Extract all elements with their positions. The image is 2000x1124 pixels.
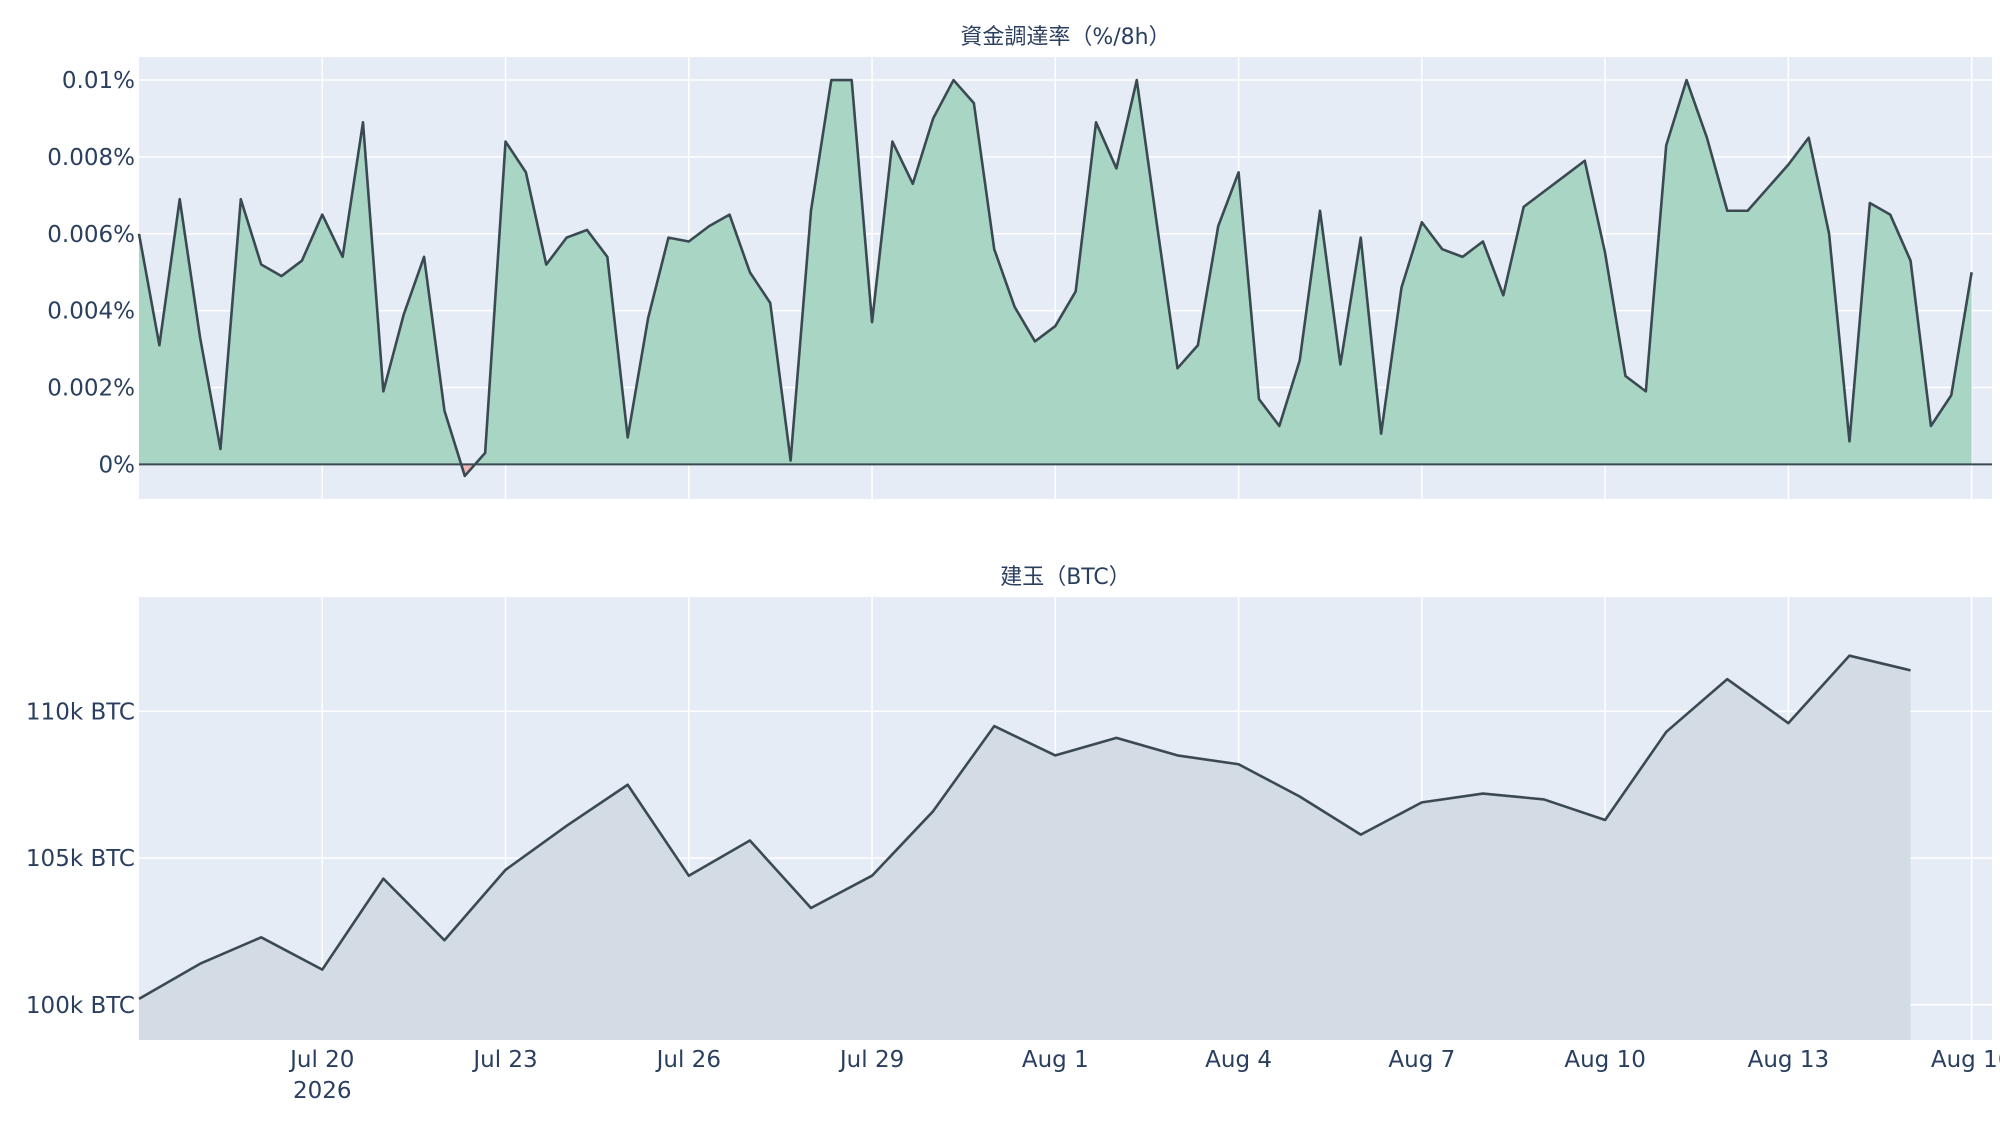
x-tick-label-1: Jul 23 <box>471 1047 537 1073</box>
funding-rate-y-tick-label-5: 0.01% <box>62 68 135 94</box>
funding-rate-y-tick-label-1: 0.002% <box>47 376 135 402</box>
x-axis-year-label: 2026 <box>293 1078 352 1104</box>
x-tick-label-6: Aug 7 <box>1388 1047 1455 1073</box>
x-tick-label-5: Aug 4 <box>1205 1047 1272 1073</box>
funding-rate-y-tick-label-0: 0% <box>99 452 136 478</box>
x-tick-label-3: Jul 29 <box>838 1047 904 1073</box>
funding-rate-panel: 0% 0.002% 0.004% 0.006% 0.008% 0.01% 資金調達率（%/… <box>47 25 1992 499</box>
funding-rate-y-tick-label-2: 0.004% <box>47 299 135 325</box>
open-interest-y-tick-label-1: 105k BTC <box>26 846 135 872</box>
open-interest-title: 建玉（BTC） <box>1000 565 1131 590</box>
open-interest-y-ticks: 100k BTC 105k BTC 110k BTC <box>26 699 135 1018</box>
chart-canvas: 0% 0.002% 0.004% 0.006% 0.008% 0.01% 資金調達率（%/… <box>26 25 2000 1104</box>
x-tick-label-8: Aug 13 <box>1748 1047 1830 1073</box>
funding-rate-title: 資金調達率（%/8h） <box>960 25 1170 50</box>
funding-rate-y-ticks: 0% 0.002% 0.004% 0.006% 0.008% 0.01% <box>47 68 135 478</box>
x-tick-label-4: Aug 1 <box>1022 1047 1089 1073</box>
open-interest-y-tick-label-0: 100k BTC <box>26 993 135 1019</box>
chart-figure: 0% 0.002% 0.004% 0.006% 0.008% 0.01% 資金調達率（%/… <box>0 0 2000 1120</box>
x-axis-ticks: Jul 20 Jul 23 Jul 26 Jul 29 Aug 1 Aug 4 Aug 7 A… <box>288 1047 2000 1073</box>
x-tick-label-2: Jul 26 <box>655 1047 721 1073</box>
funding-rate-y-tick-label-3: 0.006% <box>47 222 135 248</box>
open-interest-y-tick-label-2: 110k BTC <box>26 699 135 725</box>
x-tick-label-9: Aug 16 <box>1931 1047 2000 1073</box>
x-tick-label-0: Jul 20 <box>288 1047 354 1073</box>
x-tick-label-7: Aug 10 <box>1564 1047 1646 1073</box>
open-interest-panel: 100k BTC105k BTC110k BTC Jul 20 Jul 23 Jul… <box>26 565 2000 1104</box>
funding-rate-y-tick-label-4: 0.008% <box>47 145 135 171</box>
